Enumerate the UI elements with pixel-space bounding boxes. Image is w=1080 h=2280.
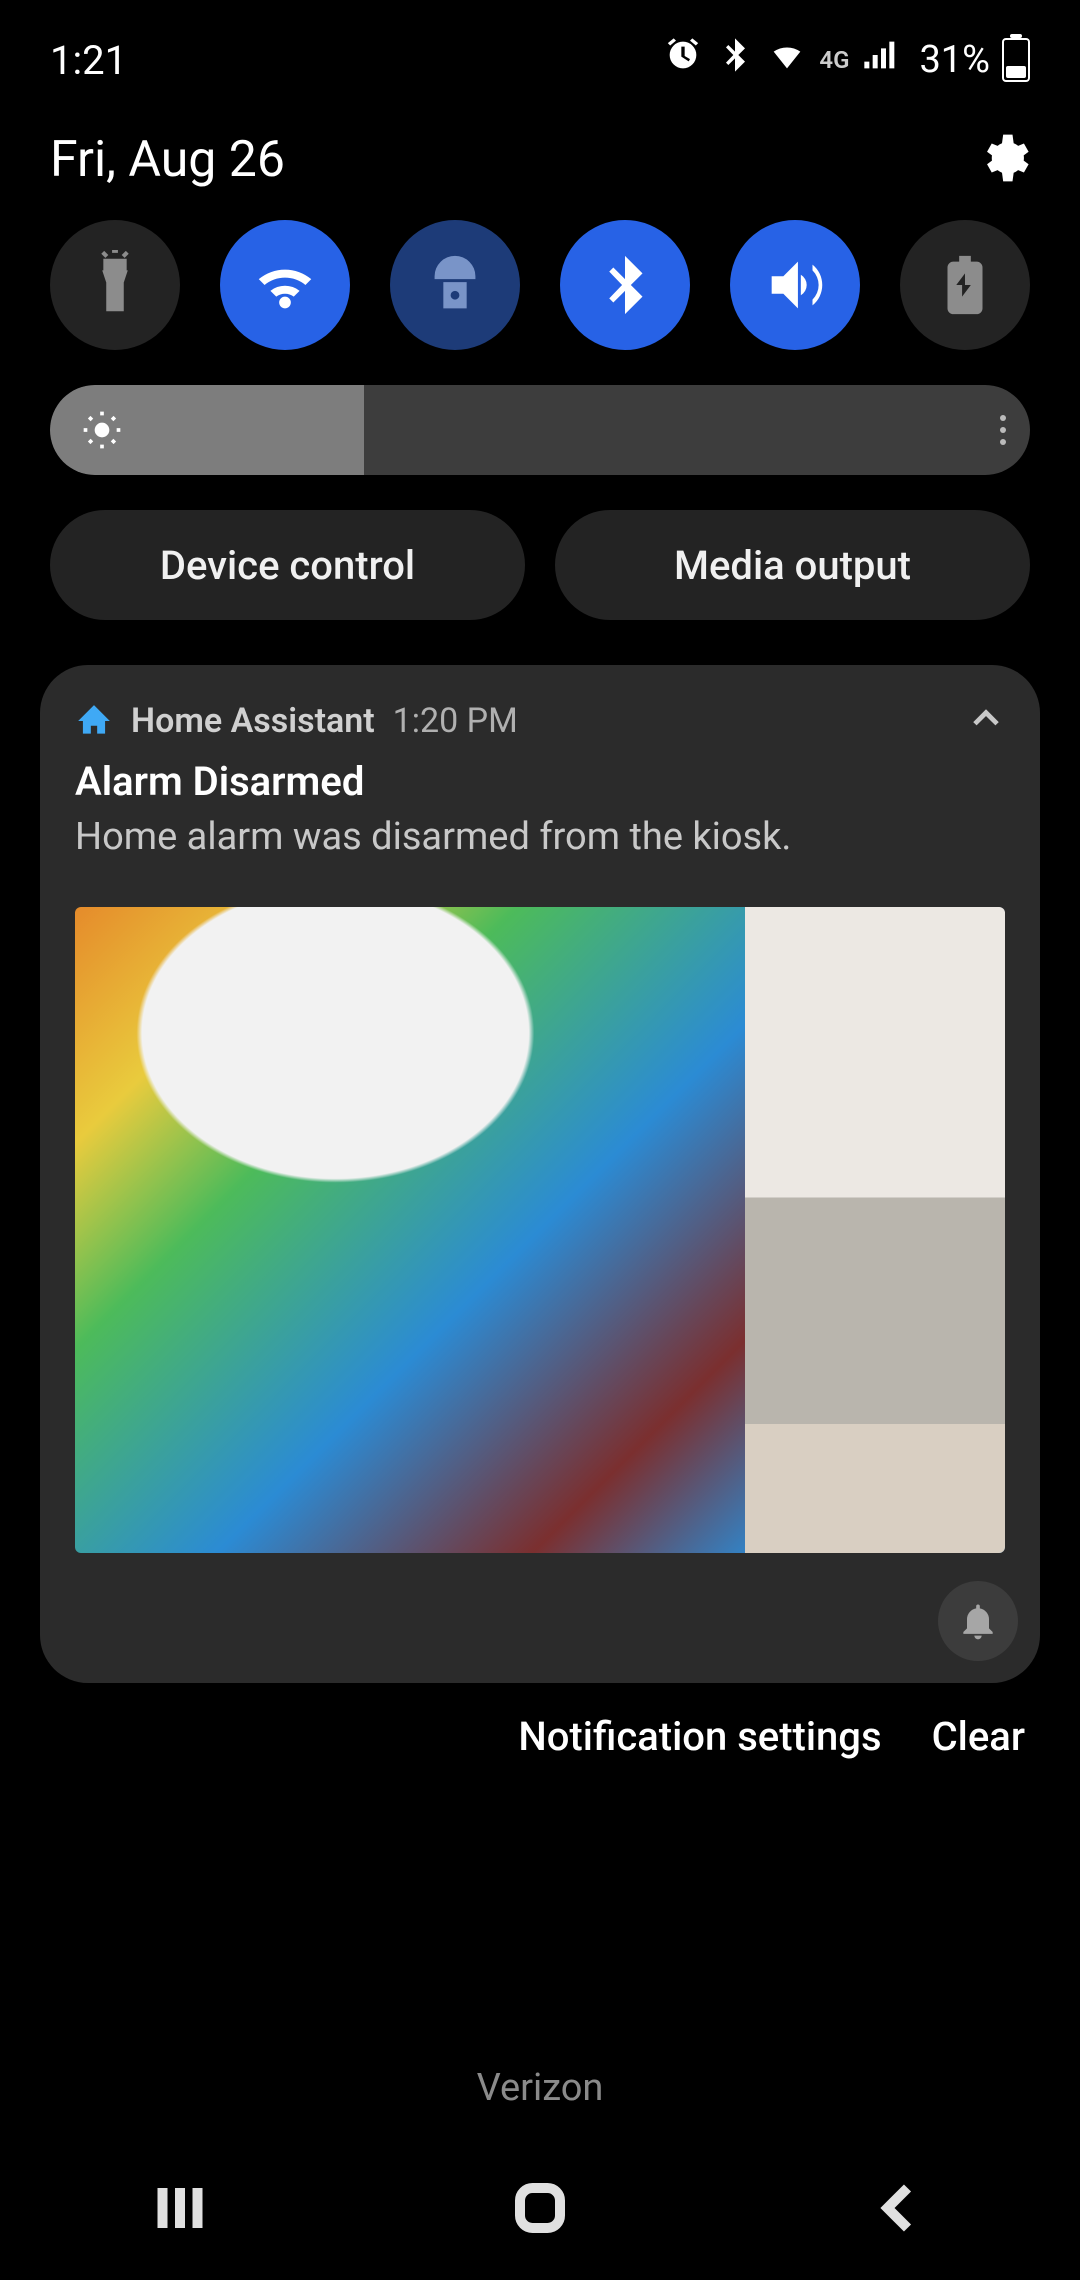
date-text: Fri, Aug 26 (50, 131, 285, 189)
flashlight-icon (80, 250, 150, 320)
control-pill-row: Device control Media output (0, 475, 1080, 620)
media-output-label: Media output (674, 542, 911, 589)
bell-icon (956, 1599, 1000, 1643)
sound-toggle[interactable] (730, 220, 860, 350)
date-row: Fri, Aug 26 (0, 120, 1080, 220)
battery-percentage: 31% (919, 38, 990, 82)
device-control-label: Device control (160, 542, 415, 589)
home-assistant-icon (75, 702, 113, 740)
flashlight-toggle[interactable] (50, 220, 180, 350)
brightness-row (0, 350, 1080, 475)
clear-button[interactable]: Clear (932, 1713, 1025, 1760)
carrier-label: Verizon (0, 2066, 1080, 2110)
network-4g-icon: 4G (819, 46, 849, 74)
gear-icon (974, 130, 1030, 186)
quick-settings-row (0, 220, 1080, 350)
notification-settings-link[interactable]: Notification settings (518, 1713, 881, 1760)
wifi-icon (767, 35, 807, 85)
notification-image (75, 907, 1005, 1552)
android-lock-icon (420, 250, 490, 320)
bluetooth-icon (715, 35, 755, 85)
collapse-button[interactable] (967, 700, 1005, 742)
notification-body: Home alarm was disarmed from the kiosk. (75, 813, 1005, 862)
battery-icon (1002, 38, 1030, 82)
alarm-icon (663, 35, 703, 85)
settings-button[interactable] (974, 130, 1030, 190)
notification-settings-button[interactable] (938, 1581, 1018, 1661)
brightness-slider[interactable] (50, 385, 1030, 475)
notification-time: 1:20 PM (393, 701, 518, 741)
home-button[interactable] (510, 2178, 570, 2242)
status-icons: 4G 31% (663, 35, 1030, 85)
speaker-icon (760, 250, 830, 320)
navigation-bar (0, 2140, 1080, 2280)
wifi-icon (250, 250, 320, 320)
power-save-toggle[interactable] (900, 220, 1030, 350)
home-icon (510, 2178, 570, 2238)
back-button[interactable] (870, 2178, 930, 2242)
back-icon (870, 2178, 930, 2238)
notification-title: Alarm Disarmed (75, 758, 1005, 805)
battery-recycle-icon (930, 250, 1000, 320)
brightness-fill (50, 385, 364, 475)
device-control-button[interactable]: Device control (50, 510, 525, 620)
chevron-up-icon (967, 700, 1005, 738)
bluetooth-toggle[interactable] (560, 220, 690, 350)
bluetooth-icon (590, 250, 660, 320)
media-output-button[interactable]: Media output (555, 510, 1030, 620)
wifi-toggle[interactable] (220, 220, 350, 350)
notification-app-name: Home Assistant (131, 701, 375, 741)
recents-icon (150, 2178, 210, 2238)
signal-icon (861, 35, 901, 85)
brightness-menu-button[interactable] (1000, 415, 1006, 445)
status-time: 1:21 (50, 37, 127, 84)
notification-card[interactable]: Home Assistant 1:20 PM Alarm Disarmed Ho… (40, 665, 1040, 1683)
status-bar: 1:21 4G 31% (0, 0, 1080, 120)
notification-footer: Notification settings Clear (0, 1683, 1080, 1760)
notification-header: Home Assistant 1:20 PM (75, 700, 1005, 742)
sun-icon (80, 408, 124, 452)
recents-button[interactable] (150, 2178, 210, 2242)
app-lock-toggle[interactable] (390, 220, 520, 350)
